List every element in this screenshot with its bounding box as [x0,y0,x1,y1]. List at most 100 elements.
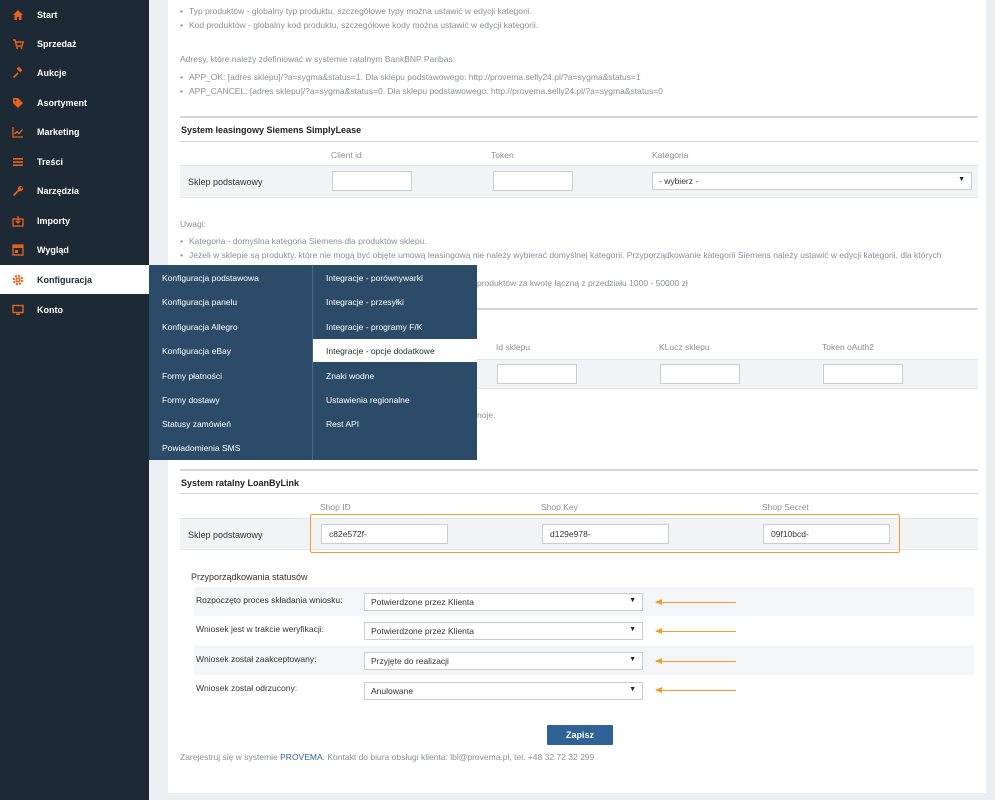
list-icon [12,156,24,168]
menu-item-integracje-porownywarki[interactable]: Integracje - porównywarki [326,273,423,283]
menu-item-statusy-zamowien[interactable]: Statusy zamówień [162,419,231,429]
sidebar-item-label: Treści [37,156,64,167]
status-label: Wniosek został odrzucony: [196,683,298,693]
hidden-fragment: noje: [477,410,496,420]
section-divider [180,116,978,118]
menu-item-rest-api[interactable]: Rest API [326,419,359,429]
menu-item-konfiguracja-ebay[interactable]: Konfiguracja eBay [162,346,231,356]
notes-title: Uwagi: [180,219,206,229]
sidebar-item-tresci[interactable]: Treści [0,147,149,176]
sidebar-item-label: Start [37,9,58,20]
menu-item-powiadomienia-sms[interactable]: Powiadomienia SMS [162,443,240,453]
import-icon [12,215,24,227]
sidebar-item-start[interactable]: Start [0,0,149,29]
annotation-arrow [655,658,736,664]
shop-id-column-header: Shop ID [320,502,351,512]
save-button[interactable]: Zapisz [547,725,613,745]
siemens-row-label: Sklep podstawowy [188,177,263,187]
sidebar-item-konfiguracja[interactable]: Konfiguracja [0,265,149,294]
menu-item-konfiguracja-podstawowa[interactable]: Konfiguracja podstawowa [162,273,259,283]
section-divider [180,493,978,494]
product-code-note: Kod produktów - globalny kod produktu, s… [180,20,538,30]
sidebar-item-label: Wygląd [37,244,69,255]
menu-item-znaki-wodne[interactable]: Znaki wodne [326,371,374,381]
shop-secret-column-header: Shop Secret [762,502,809,512]
monitor-icon [12,304,24,316]
provema-link[interactable]: PROVEMA [280,752,323,762]
section-divider [477,308,978,310]
app-cancel-address: APP_CANCEL: [adres sklepu]/?a=sygma&stat… [180,86,663,96]
menu-item-integracje-przesylki[interactable]: Integracje - przesyłki [326,297,404,307]
tag-icon [12,97,24,109]
layout-icon [12,243,24,256]
menu-item-konfiguracja-panelu[interactable]: Konfiguracja panelu [162,297,237,307]
client-id-column-header: Client id [331,150,362,160]
sidebar-item-marketing[interactable]: Marketing [0,117,149,146]
shop-id-column-header: Id sklepu [496,342,531,352]
sidebar-item-asortyment[interactable]: Asortyment [0,88,149,117]
oauth-token-input[interactable] [823,364,903,384]
category-column-header: Kategoria [652,150,689,160]
chevron-down-icon: ▼ [629,656,636,663]
status-select-verification[interactable]: Potwierdzone przez Klienta ▼ [364,622,643,640]
sidebar-item-konto[interactable]: Konto [0,295,149,324]
status-select-value: Przyjęte do realizacji [371,656,449,666]
status-select-value: Anulowane [371,686,414,696]
shop-key-input[interactable] [660,364,740,384]
app-ok-address: APP_OK: [adres sklepu]/?a=sygma&status=1… [180,72,641,82]
status-select-value: Potwierdzone przez Klienta [371,626,475,636]
status-select-started[interactable]: Potwierdzone przez Klienta ▼ [364,593,643,611]
shop-key-column-header: KLucz sklepu [659,342,710,352]
token-column-header: Token [491,150,514,160]
note-tail: produktów za kwotę łączną z przedziału 1… [477,278,688,288]
sidebar-item-importy[interactable]: Importy [0,206,149,235]
shop-key-column-header: Shop Key [541,502,578,512]
menu-item-integracje-opcje-dodatkowe[interactable]: Integracje - opcje dodatkowe [313,339,477,362]
chevron-down-icon: ▼ [629,686,636,693]
annotation-arrow [655,628,736,634]
shop-id-input[interactable] [497,364,577,384]
status-select-accepted[interactable]: Przyjęte do realizacji ▼ [364,652,643,670]
menu-item-formy-platnosci[interactable]: Formy płatności [162,371,222,381]
gear-icon [12,274,24,286]
sidebar-item-label: Aukcje [37,67,67,78]
statuses-title: Przyporządkowania statusów [191,572,308,582]
loanbylink-section-title: System ratalny LoanByLink [181,478,300,488]
dropdown-divider [312,265,313,460]
status-label: Rozpoczęto proces składania wniosku: [196,595,343,605]
gavel-icon [12,66,24,79]
sidebar-item-label: Asortyment [37,97,88,108]
status-select-rejected[interactable]: Anulowane ▼ [364,682,643,700]
siemens-section-title: System leasingowy Siemens SimplyLease [181,125,362,135]
sidebar-item-label: Konfiguracja [37,274,93,285]
menu-item-konfiguracja-allegro[interactable]: Konfiguracja Allegro [162,322,238,332]
wrench-icon [12,185,24,197]
siemens-category-select[interactable]: - wybierz - ▼ [652,172,972,190]
note-item: Kategoria - domyślna kategoria Siemens d… [180,236,427,246]
home-icon [12,9,24,21]
sidebar-item-aukcje[interactable]: Aukcje [0,58,149,87]
menu-item-ustawienia-regionalne[interactable]: Ustawienia regionalne [326,395,410,405]
sidebar-item-wyglad[interactable]: Wygląd [0,235,149,264]
addresses-title: Adresy, które należy zdefiniować w syste… [180,54,456,64]
oauth-token-column-header: Token oAuth2 [822,342,874,352]
status-label: Wniosek jest w trakcie weryfikacji: [196,624,325,634]
sidebar-item-label: Sprzedaż [37,38,77,49]
sidebar-item-narzedzia[interactable]: Narzędzia [0,176,149,205]
annotation-arrow [655,599,736,605]
status-label: Wniosek został zaakceptowany: [196,654,317,664]
product-type-note: Typ produktów - globalny typ produktu, s… [180,6,532,16]
menu-item-integracje-programy-fk[interactable]: Integracje - programy F/K [326,322,422,332]
sidebar-item-label: Narzędzia [37,185,80,196]
chevron-down-icon: ▼ [958,176,965,183]
sidebar-item-sprzedaz[interactable]: Sprzedaż [0,29,149,58]
chevron-down-icon: ▼ [629,597,636,604]
cart-icon [12,38,24,50]
siemens-token-input[interactable] [493,171,573,191]
sidebar-item-label: Marketing [37,126,80,137]
chevron-down-icon: ▼ [629,626,636,633]
konfiguracja-dropdown-menu: Konfiguracja podstawowa Konfiguracja pan… [149,265,477,460]
menu-item-formy-dostawy[interactable]: Formy dostawy [162,395,220,405]
sidebar: Start Sprzedaż Aukcje Asortyment Marketi… [0,0,149,800]
siemens-client-id-input[interactable] [332,171,412,191]
